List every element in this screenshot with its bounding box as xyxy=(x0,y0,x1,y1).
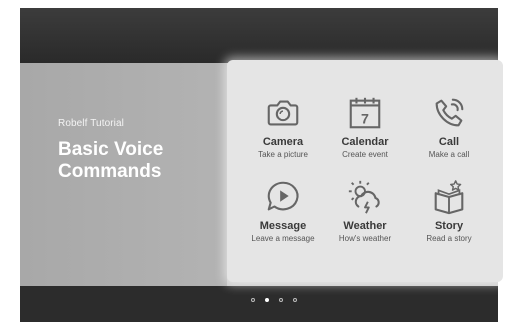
command-message[interactable]: Message Leave a message xyxy=(241,178,325,270)
weather-icon xyxy=(348,180,380,214)
page-title: Basic Voice Commands xyxy=(58,139,164,182)
message-icon xyxy=(267,181,299,211)
commands-panel: Camera Take a picture 7 Calendar Create … xyxy=(227,60,503,282)
command-hint: How's weather xyxy=(338,234,392,243)
command-hint: Take a picture xyxy=(258,150,308,159)
page-dot[interactable] xyxy=(279,298,283,302)
command-story[interactable]: Story Read a story xyxy=(407,178,491,270)
command-label: Story xyxy=(434,220,464,232)
page-dot[interactable] xyxy=(293,298,297,302)
command-call[interactable]: Call Make a call xyxy=(407,94,491,186)
command-label: Weather xyxy=(343,220,387,232)
command-label: Call xyxy=(438,136,460,148)
page-dot-active[interactable] xyxy=(265,298,269,302)
tutorial-subtitle: Robelf Tutorial xyxy=(58,118,124,129)
page-indicator xyxy=(251,296,297,304)
bottom-band xyxy=(20,286,498,322)
command-camera[interactable]: Camera Take a picture xyxy=(241,94,325,186)
command-label: Camera xyxy=(262,136,304,148)
command-label: Calendar xyxy=(341,136,389,148)
command-label: Message xyxy=(259,220,307,232)
phone-icon xyxy=(435,98,464,127)
command-hint: Create event xyxy=(342,150,388,159)
page-dot[interactable] xyxy=(251,298,255,302)
command-weather[interactable]: Weather How's weather xyxy=(323,178,407,270)
command-hint: Leave a message xyxy=(251,234,315,243)
camera-icon xyxy=(267,100,299,126)
command-hint: Read a story xyxy=(426,234,472,243)
command-hint: Make a call xyxy=(428,150,470,159)
calendar-icon: 7 xyxy=(349,97,381,129)
book-icon xyxy=(434,180,464,215)
calendar-day: 7 xyxy=(361,111,369,127)
top-band xyxy=(20,8,498,63)
command-calendar[interactable]: 7 Calendar Create event xyxy=(323,94,407,186)
